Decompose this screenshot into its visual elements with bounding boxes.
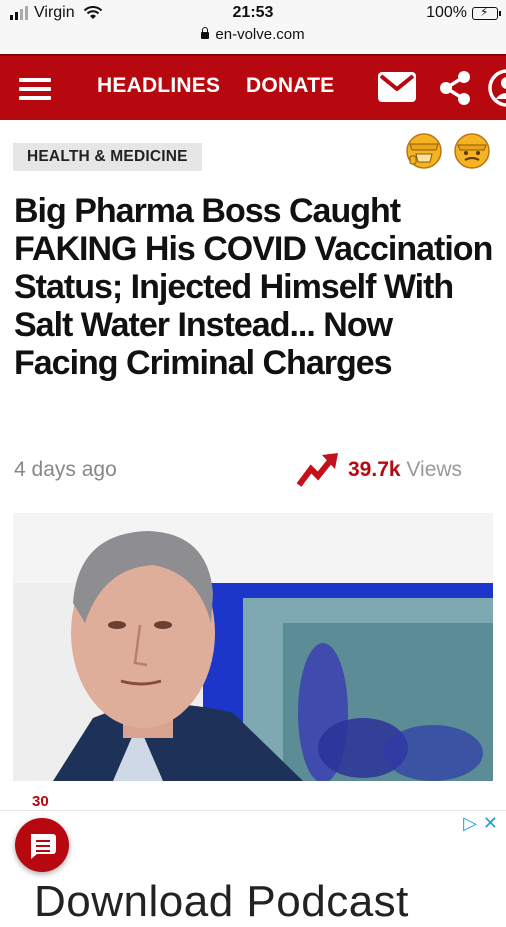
view-counter: 39.7k Views — [348, 458, 462, 482]
reaction-emoji-icon[interactable] — [452, 130, 492, 170]
battery-icon: ⚡ — [472, 5, 501, 20]
mail-icon[interactable] — [377, 70, 417, 104]
battery-percent: 100% — [426, 4, 467, 21]
publish-time: 4 days ago — [14, 458, 117, 481]
close-ad-icon[interactable]: ✕ — [483, 813, 498, 834]
url-text: en-volve.com — [215, 26, 305, 43]
category-tag[interactable]: HEALTH & MEDICINE — [13, 143, 202, 171]
ad-banner[interactable]: ▷ ✕ Download Podcast — [0, 810, 506, 926]
share-icon[interactable] — [437, 70, 473, 106]
trending-up-icon — [296, 453, 338, 487]
nav-donate-link[interactable]: DONATE — [246, 74, 334, 98]
reaction-emoji-icon[interactable] — [404, 130, 444, 170]
menu-icon[interactable] — [19, 78, 51, 100]
view-count: 39.7k — [348, 458, 401, 481]
nav-headlines-link[interactable]: HEADLINES — [97, 74, 220, 98]
lock-icon — [201, 26, 210, 39]
ad-headline[interactable]: Download Podcast — [34, 877, 409, 927]
views-label: Views — [406, 458, 463, 481]
status-right: 100% ⚡ — [426, 4, 501, 22]
chat-bubble-icon — [31, 834, 56, 859]
status-bar: Virgin 21:53 100% ⚡ — [0, 0, 506, 26]
article-hero-image — [13, 513, 493, 781]
comment-count[interactable]: 30 — [32, 793, 49, 810]
user-account-icon[interactable] — [487, 68, 506, 108]
address-bar[interactable]: en-volve.com — [0, 26, 506, 54]
chat-button[interactable] — [15, 818, 69, 872]
ad-controls: ▷ ✕ — [463, 813, 498, 834]
adchoices-icon[interactable]: ▷ — [463, 813, 477, 834]
article-headline: Big Pharma Boss Caught FAKING His COVID … — [14, 192, 493, 382]
site-navbar: HEADLINES DONATE — [0, 54, 506, 120]
